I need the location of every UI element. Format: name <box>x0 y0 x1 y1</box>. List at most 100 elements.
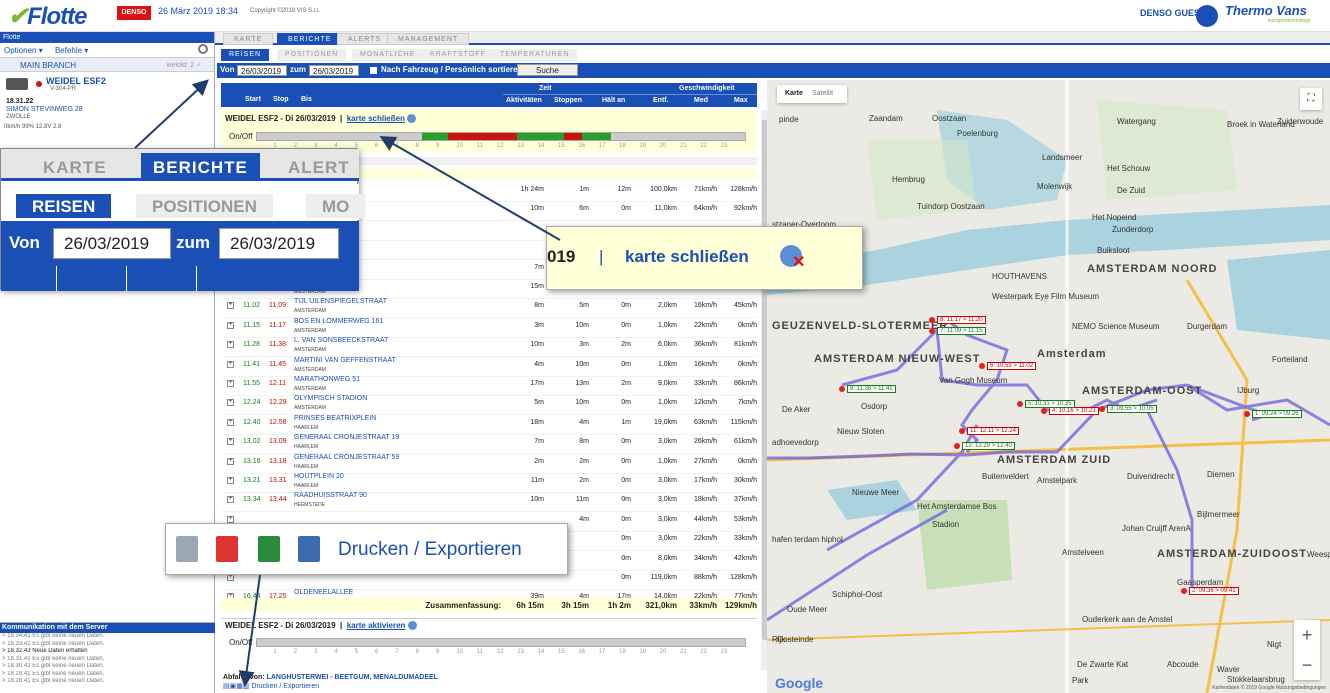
table-row[interactable]: +11.02 11.09 TIJL UILENSPIEGELSTRAAT AMSTER… <box>221 297 757 319</box>
branch-row[interactable]: MAIN BRANCH weiold: 2 ✓ <box>0 58 214 72</box>
table-row[interactable]: +11.41 11.45 MARTINI VAN GEFFENSTRAAT AMSTE… <box>221 356 757 377</box>
map-stop-marker[interactable]: 1: 09.24 > 09.26 <box>1252 410 1302 418</box>
to-date-input[interactable]: 26/03/2019 <box>309 65 359 76</box>
close-map-link[interactable]: karte schließen <box>347 114 405 123</box>
row-address[interactable]: L. VAN SONSBEECKSTRAAT <box>294 337 388 344</box>
tab-alerts[interactable]: ALERTS <box>337 33 393 45</box>
expand-icon[interactable]: + <box>227 302 234 310</box>
map-pin-icon[interactable] <box>959 428 965 434</box>
table-row[interactable]: +13.21 13.31 HOUTPLEIN 20 HAARLEM 11m 2m 0m 3,0… <box>221 472 757 493</box>
map-type-satellit[interactable]: Satellit <box>812 90 833 97</box>
table-row[interactable]: +12.24 12.29 OLYMPISCH STADION AMSTERDAM 5m 1… <box>221 394 757 416</box>
table-row[interactable]: +11.28 11.38 L. VAN SONSBEECKSTRAAT AMSTERD… <box>221 336 757 358</box>
map-pin-icon[interactable] <box>979 363 985 369</box>
subtab-kraftstoff[interactable]: KRAFTSTOFF <box>422 49 494 61</box>
map-stop-marker[interactable]: 9: 11.38 > 11.41 <box>847 385 896 393</box>
expand-icon[interactable]: + <box>227 341 234 349</box>
callout-subtab-reisen[interactable]: REISEN <box>16 194 112 218</box>
map-stop-marker[interactable]: 8: 11.17 > 11.20 <box>937 316 986 324</box>
expand-icon[interactable]: + <box>227 438 234 446</box>
pdf-icon[interactable] <box>216 536 238 562</box>
map-stop-marker[interactable]: 11: 12.11 > 12.24 <box>967 427 1019 435</box>
print-export-label[interactable]: Drucken / Exportieren <box>338 539 522 561</box>
table-row[interactable]: +13.34 13.44 RAADHUISSTRAAT 90 HEEMSTEDE 10m… <box>221 491 757 513</box>
map-stop-marker[interactable]: 2: 09.36 > 09.41 <box>1189 587 1239 595</box>
map-stop-marker[interactable]: 5: 10.31 > 10.35 <box>1025 400 1075 408</box>
callout-tab-berichte[interactable]: BERICHTE <box>141 153 260 181</box>
search-button[interactable]: Suche <box>517 64 578 76</box>
zoom-in-button[interactable]: + <box>1294 620 1320 650</box>
map-pin-icon[interactable] <box>929 317 935 323</box>
row-address[interactable]: RAADHUISSTRAAT 90 <box>294 492 367 499</box>
row-address[interactable]: TIJL UILENSPIEGELSTRAAT <box>294 298 387 305</box>
row-address[interactable]: HOUTPLEIN 20 <box>294 473 344 480</box>
callout-subtab-positionen[interactable]: POSITIONEN <box>136 194 273 218</box>
subtab-reisen[interactable]: REISEN <box>221 49 270 61</box>
callout-tab-alert[interactable]: ALERT <box>276 153 362 181</box>
row-address[interactable]: GENERAAL CRONJESTRAAT 59 <box>294 454 399 461</box>
fullscreen-icon[interactable]: ⛶ <box>1300 88 1322 110</box>
excel-icon[interactable] <box>258 536 280 562</box>
row-address[interactable]: GENERAAL CRONJESTRAAT 19 <box>294 434 399 441</box>
row-address[interactable]: BOS EN LOMMERWEG 161 <box>294 318 383 325</box>
export-icon[interactable] <box>298 536 320 562</box>
map-view[interactable]: Karte Satellit ⛶ Zaandam Oostzaan Poelenbu… <box>767 80 1330 693</box>
map-pin-icon[interactable] <box>839 386 845 392</box>
map-pin-icon[interactable] <box>954 443 960 449</box>
callout-subtab-mo[interactable]: MO <box>306 194 366 218</box>
subtab-monatliche[interactable]: MONATLICHE <box>352 49 424 61</box>
print-export-link-small[interactable]: ▤▣▦▥ Drucken / Exportieren <box>221 682 757 690</box>
map-stop-marker[interactable]: 3: 09.55 > 10.05 <box>1107 405 1157 413</box>
map-pin-icon[interactable] <box>929 328 935 334</box>
map-copyright[interactable]: Kartendaten © 2019 Google Nutzungsbeding… <box>1212 685 1326 691</box>
expand-icon[interactable]: + <box>227 360 234 368</box>
expand-icon[interactable]: + <box>227 574 234 581</box>
expand-icon[interactable]: + <box>227 496 234 504</box>
callout-from-date[interactable]: 26/03/2019 <box>53 228 171 259</box>
map-stop-marker[interactable]: 12: 12.29 > 12.40 <box>962 442 1015 450</box>
subtab-temperaturen[interactable]: TEMPERATUREN <box>492 49 578 61</box>
callout-tab-karte[interactable]: KARTE <box>31 153 119 181</box>
map-stop-marker[interactable]: 6: 10.53 > 11.02 <box>987 362 1037 370</box>
table-row[interactable]: +12.40 12.58 PRINSES BEATRIXPLEIN HAARLEM 18… <box>221 414 757 435</box>
commands-menu[interactable]: Befehle ▾ <box>55 46 88 55</box>
expand-icon[interactable]: + <box>227 418 234 426</box>
map-pin-icon[interactable] <box>1041 408 1047 414</box>
tab-berichte[interactable]: BERICHTE <box>277 33 343 45</box>
zoom-out-button[interactable]: − <box>1294 650 1320 680</box>
vehicle-item[interactable]: WEIDEL ESF2 V-304-PR 18.31.22 SIMON STEV… <box>0 72 214 132</box>
row-address[interactable]: MARATHONWEG 51 <box>294 376 360 383</box>
expand-icon[interactable]: + <box>227 380 234 387</box>
table-row[interactable]: +13.16 13.18 GENERAAL CRONJESTRAAT 59 HAARL… <box>221 453 757 474</box>
row-address[interactable]: OLYMPISCH STADION <box>294 395 367 402</box>
globe-icon[interactable] <box>407 114 417 124</box>
map-pin-icon[interactable] <box>1244 411 1250 417</box>
map-stop-marker[interactable]: 4: 10.16 > 10.23 <box>1049 407 1099 415</box>
expand-icon[interactable]: + <box>227 477 234 484</box>
subtab-positionen[interactable]: POSITIONEN <box>277 49 347 61</box>
row-address[interactable]: PRINSES BEATRIXPLEIN <box>294 415 376 422</box>
tab-management[interactable]: MANAGEMENT <box>387 33 470 45</box>
map-pin-icon[interactable] <box>1017 401 1023 407</box>
search-icon[interactable] <box>198 44 208 54</box>
from-date-input[interactable]: 26/03/2019 <box>237 65 287 76</box>
row-address[interactable]: MARTINI VAN GEFFENSTRAAT <box>294 357 396 364</box>
expand-icon[interactable]: + <box>227 321 234 329</box>
table-row[interactable]: +11.15 11.17 BOS EN LOMMERWEG 161 AMSTERDAM… <box>221 317 757 338</box>
tab-karte[interactable]: KARTE <box>223 33 274 45</box>
map-pin-icon[interactable] <box>1181 588 1187 594</box>
expand-icon[interactable]: + <box>227 457 234 465</box>
expand-icon[interactable]: + <box>227 515 234 523</box>
callout-close-map-link[interactable]: karte schließen <box>625 247 749 267</box>
globe-icon[interactable] <box>407 621 417 631</box>
options-menu[interactable]: Optionen ▾ <box>4 46 43 55</box>
row-address[interactable]: OLDENEELALLEE <box>294 589 353 596</box>
sort-checkbox[interactable] <box>370 67 377 74</box>
table-row[interactable]: +11.55 12.11 MARATHONWEG 51 AMSTERDAM 17m 13m… <box>221 375 757 396</box>
table-row[interactable]: +13.02 13.09 GENERAAL CRONJESTRAAT 19 HAARL… <box>221 433 757 455</box>
expand-icon[interactable]: + <box>227 399 234 407</box>
activate-map-link[interactable]: karte aktivieren <box>347 621 406 630</box>
printer-icon[interactable] <box>176 536 198 562</box>
callout-to-date[interactable]: 26/03/2019 <box>219 228 339 259</box>
map-stop-marker[interactable]: 7: 11.09 > 11.15 <box>937 327 986 335</box>
